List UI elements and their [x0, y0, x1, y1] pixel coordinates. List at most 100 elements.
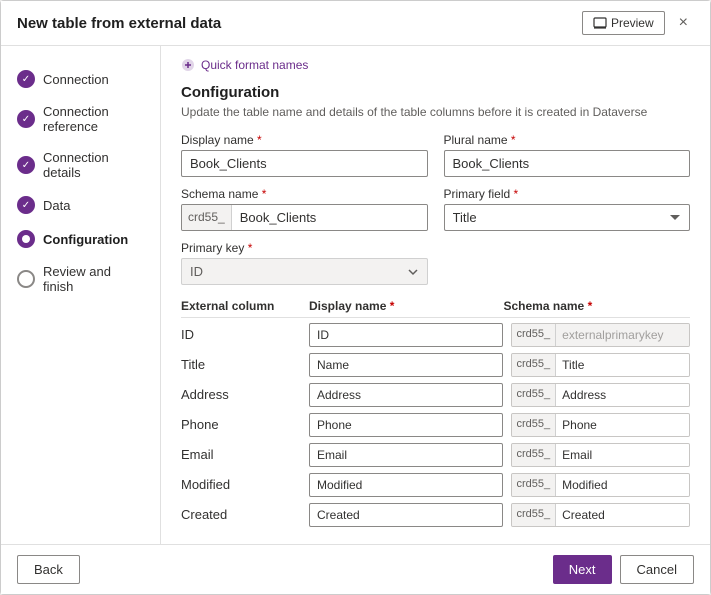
columns-rows: ID crd55_ Title crd55_ Address crd55_ Ph… [181, 322, 690, 527]
external-column-value: Modified [181, 472, 301, 497]
quick-format-icon [181, 58, 195, 72]
col-header-external: External column [181, 299, 301, 313]
form-row-names: Display name * Plural name * [181, 133, 690, 177]
dialog-body: Connection Connection reference Connecti… [1, 46, 710, 544]
table-row: Created crd55_ [181, 502, 690, 527]
schema-name-label: Schema name * [181, 187, 428, 201]
table-row: Modified crd55_ [181, 472, 690, 497]
header-right: Preview × [582, 11, 694, 35]
primary-field-group: Primary field * Title [444, 187, 691, 231]
form-row-schema-primary: Schema name * crd55_ Primary field * Tit… [181, 187, 690, 231]
sidebar-item-connection-reference[interactable]: Connection reference [1, 96, 160, 142]
step-circle-configuration [17, 230, 35, 248]
cancel-button[interactable]: Cancel [620, 555, 694, 584]
dialog: New table from external data Preview × C… [0, 0, 711, 595]
schema-input[interactable] [556, 414, 690, 436]
sidebar-item-review-finish[interactable]: Review and finish [1, 256, 160, 302]
plural-name-group: Plural name * [444, 133, 691, 177]
schema-group: crd55_ [511, 323, 691, 347]
section-title: Configuration [181, 84, 690, 101]
display-name-label: Display name * [181, 133, 428, 147]
step-circle-connection-reference [17, 110, 35, 128]
primary-field-select[interactable]: Title [444, 204, 691, 231]
schema-group: crd55_ [511, 503, 691, 527]
dialog-title: New table from external data [17, 15, 221, 32]
columns-table: External column Display name * Schema na… [181, 295, 690, 527]
table-row: Address crd55_ [181, 382, 690, 407]
plural-name-label: Plural name * [444, 133, 691, 147]
schema-group: crd55_ [511, 353, 691, 377]
primary-key-dropdown[interactable]: ID [181, 258, 428, 285]
schema-input[interactable] [556, 324, 690, 346]
primary-key-group: Primary key * ID [181, 241, 428, 285]
display-name-input[interactable] [181, 150, 428, 177]
schema-prefix: crd55_ [512, 474, 557, 496]
schema-group: crd55_ [511, 413, 691, 437]
sidebar-item-connection-details[interactable]: Connection details [1, 142, 160, 188]
display-name-input[interactable] [309, 323, 503, 347]
external-column-value: Created [181, 502, 301, 527]
footer-right: Next Cancel [545, 555, 694, 584]
step-circle-data [17, 196, 35, 214]
display-name-input[interactable] [309, 473, 503, 497]
schema-input[interactable] [556, 384, 690, 406]
schema-group: crd55_ [511, 473, 691, 497]
main-content: Quick format names Configuration Update … [161, 46, 710, 544]
sidebar-item-data[interactable]: Data [1, 188, 160, 222]
display-name-input[interactable] [309, 443, 503, 467]
section-desc: Update the table name and details of the… [181, 105, 690, 119]
display-name-input[interactable] [309, 353, 503, 377]
dialog-header: New table from external data Preview × [1, 1, 710, 46]
sidebar: Connection Connection reference Connecti… [1, 46, 161, 544]
step-circle-connection [17, 70, 35, 88]
schema-input[interactable] [556, 474, 690, 496]
quick-format-btn[interactable]: Quick format names [181, 58, 690, 72]
col-header-display: Display name * [309, 299, 496, 313]
dropdown-chevron-icon [407, 266, 419, 278]
sidebar-item-connection[interactable]: Connection [1, 62, 160, 96]
primary-key-label: Primary key * [181, 241, 428, 255]
schema-group: crd55_ [511, 443, 691, 467]
preview-button[interactable]: Preview [582, 11, 665, 35]
schema-name-group: Schema name * crd55_ [181, 187, 428, 231]
sidebar-item-configuration[interactable]: Configuration [1, 222, 160, 256]
schema-group: crd55_ [511, 383, 691, 407]
schema-input[interactable] [556, 354, 690, 376]
external-column-value: Title [181, 352, 301, 377]
table-row: ID crd55_ [181, 322, 690, 347]
preview-icon [593, 16, 607, 30]
display-name-input[interactable] [309, 503, 503, 527]
schema-prefix: crd55_ [512, 354, 557, 376]
form-row-primary-key: Primary key * ID [181, 241, 690, 285]
external-column-value: ID [181, 322, 301, 347]
display-name-input[interactable] [309, 413, 503, 437]
schema-input[interactable] [556, 504, 690, 526]
primary-field-label: Primary field * [444, 187, 691, 201]
external-column-value: Phone [181, 412, 301, 437]
external-column-value: Email [181, 442, 301, 467]
display-name-input[interactable] [309, 383, 503, 407]
schema-prefix: crd55_ [512, 384, 557, 406]
step-circle-review-finish [17, 270, 35, 288]
columns-header: External column Display name * Schema na… [181, 295, 690, 318]
table-row: Phone crd55_ [181, 412, 690, 437]
schema-prefix: crd55_ [182, 205, 232, 230]
schema-prefix: crd55_ [512, 444, 557, 466]
table-row: Email crd55_ [181, 442, 690, 467]
display-name-group: Display name * [181, 133, 428, 177]
plural-name-input[interactable] [444, 150, 691, 177]
schema-prefix: crd55_ [512, 504, 557, 526]
schema-input-group: crd55_ [181, 204, 428, 231]
col-header-schema: Schema name * [504, 299, 691, 313]
next-button[interactable]: Next [553, 555, 612, 584]
schema-prefix: crd55_ [512, 324, 557, 346]
schema-input[interactable] [556, 444, 690, 466]
schema-prefix: crd55_ [512, 414, 557, 436]
back-button[interactable]: Back [17, 555, 80, 584]
step-circle-connection-details [17, 156, 35, 174]
table-row: Title crd55_ [181, 352, 690, 377]
dialog-footer: Back Next Cancel [1, 544, 710, 594]
external-column-value: Address [181, 382, 301, 407]
close-button[interactable]: × [673, 12, 694, 34]
schema-name-input[interactable] [232, 205, 427, 230]
